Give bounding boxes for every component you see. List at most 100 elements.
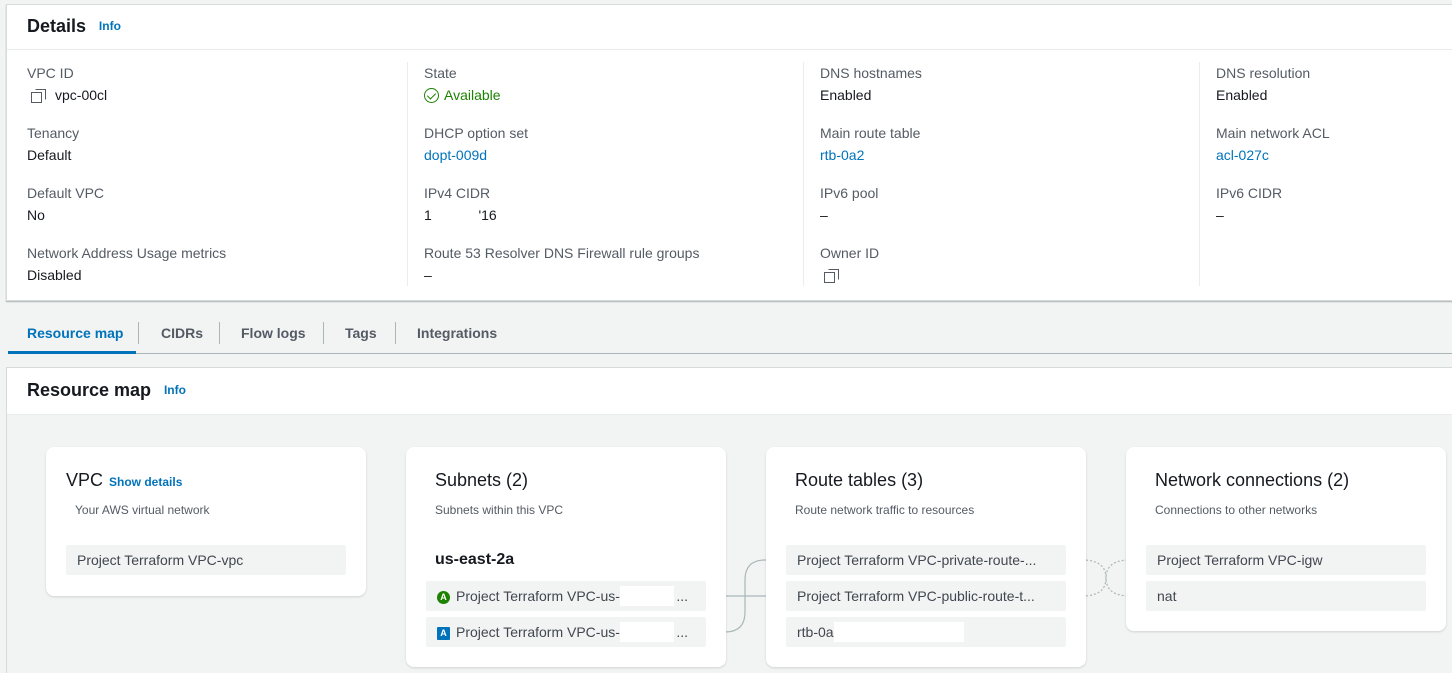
resource-map-title: Resource map [27,380,152,400]
main-route-table-link[interactable]: rtb-0a2 [820,144,1200,166]
network-connections-card: Network connections (2) Connections to o… [1126,447,1446,631]
network-connections-card-subtitle: Connections to other networks [1155,503,1318,517]
details-title: Details [27,16,87,36]
network-connection-item[interactable]: nat [1146,581,1426,611]
dhcp-option-set-field: DHCP option set dopt-009d [424,122,804,182]
field-label: Main network ACL [1216,125,1330,141]
field-label: Owner ID [820,245,880,261]
field-value: – [424,267,432,283]
tab-divider [138,322,139,344]
field-label: Route 53 Resolver DNS Firewall rule grou… [424,245,700,261]
field-label: DNS resolution [1216,65,1311,81]
field-value: No [27,207,45,223]
dns-resolution-field: DNS resolution Enabled [1216,62,1452,122]
subnet-item[interactable]: A Project Terraform VPC-us-... [426,581,706,611]
vpc-item[interactable]: Project Terraform VPC-vpc [66,545,346,575]
route-table-item[interactable]: Project Terraform VPC-public-route-t... [786,581,1066,611]
nau-metrics-field: Network Address Usage metrics Disabled [27,242,407,302]
field-label: IPv4 CIDR [424,185,491,201]
route-table-name: rtb-0a [797,624,834,640]
ellipsis: ... [676,588,688,604]
vpc-id-field: VPC ID vpc-00cl [27,62,407,122]
tab-divider [395,322,396,344]
field-value: Disabled [27,267,82,283]
field-label: Default VPC [27,185,105,201]
subnets-card-title: Subnets (2) [435,470,529,490]
field-value: vpc-00cl [55,87,108,103]
tab-flow-logs[interactable]: Flow logs [241,318,306,353]
show-details-link[interactable]: Show details [109,475,182,489]
details-header: Details Info [7,5,1452,50]
tab-tags[interactable]: Tags [345,318,377,353]
route-table-item[interactable]: Project Terraform VPC-private-route-... [786,545,1066,575]
details-column-2: State Available DHCP option set dopt-009… [407,62,804,286]
route-tables-card-title: Route tables (3) [795,470,924,490]
field-label: IPv6 pool [820,185,879,201]
main-network-acl-field: Main network ACL acl-027c [1216,122,1452,182]
vpc-card: VPC Show details Your AWS virtual network… [46,447,366,596]
resource-map-header: Resource map Info [7,368,1452,415]
network-connections-card-title: Network connections (2) [1155,470,1350,490]
tab-integrations[interactable]: Integrations [417,318,497,353]
main-route-table-field: Main route table rtb-0a2 [820,122,1200,182]
details-panel: Details Info VPC ID vpc-00cl Tenancy Def… [6,4,1452,301]
tab-divider [323,322,324,344]
status-value: Available [444,87,501,103]
resource-map-info-link[interactable]: Info [164,383,186,397]
details-column-4: DNS resolution Enabled Main network ACL … [1199,62,1452,286]
field-label: Main route table [820,125,921,141]
redaction-block [619,622,674,642]
tab-divider [219,322,220,344]
route-table-item[interactable]: rtb-0a [786,617,1066,647]
subnets-card: Subnets (2) Subnets within this VPC us-e… [406,447,726,667]
field-label: DHCP option set [424,125,529,141]
details-column-1: VPC ID vpc-00cl Tenancy Default Default … [7,62,407,286]
main-network-acl-link[interactable]: acl-027c [1216,144,1452,166]
state-field: State Available [424,62,804,122]
vpc-tabs: Resource map CIDRs Flow logs Tags Integr… [8,318,1452,354]
availability-zone-a-icon: A [437,627,450,640]
field-value: Enabled [820,87,872,103]
field-value: Enabled [1216,87,1268,103]
redaction-block [619,586,674,606]
field-label: State [424,65,457,81]
tab-resource-map[interactable]: Resource map [8,318,136,354]
field-value: 1 '16 [424,207,497,223]
redaction-block [833,622,964,642]
ellipsis: ... [676,624,688,640]
field-value: – [820,207,828,223]
ipv4-cidr-field: IPv4 CIDR 1 '16 [424,182,804,242]
field-label: Network Address Usage metrics [27,245,227,261]
field-label: DNS hostnames [820,65,922,81]
subnet-name: Project Terraform VPC-us- [456,624,620,640]
field-label: Tenancy [27,125,80,141]
details-column-3: DNS hostnames Enabled Main route table r… [803,62,1200,286]
subnets-card-subtitle: Subnets within this VPC [435,503,564,517]
ipv6-cidr-field: IPv6 CIDR – [1216,182,1452,242]
subnet-item[interactable]: A Project Terraform VPC-us-... [426,617,706,647]
status-available-icon [424,88,439,103]
field-label: IPv6 CIDR [1216,185,1283,201]
field-value: Default [27,147,72,163]
tab-cidrs[interactable]: CIDRs [161,318,203,353]
availability-zone-a-icon: A [437,591,450,604]
vpc-card-title: VPC [66,470,104,490]
ipv6-pool-field: IPv6 pool – [820,182,1200,242]
route-tables-card: Route tables (3) Route network traffic t… [766,447,1086,667]
network-connection-item[interactable]: Project Terraform VPC-igw [1146,545,1426,575]
owner-id-field: Owner ID [820,242,1200,302]
copy-icon[interactable] [824,269,839,283]
availability-zone-label: us-east-2a [435,551,515,568]
dhcp-option-set-link[interactable]: dopt-009d [424,144,804,166]
details-info-link[interactable]: Info [99,19,121,33]
dns-hostnames-field: DNS hostnames Enabled [820,62,1200,122]
tenancy-field: Tenancy Default [27,122,407,182]
route53-resolver-field: Route 53 Resolver DNS Firewall rule grou… [424,242,804,302]
field-label: VPC ID [27,65,74,81]
route-tables-card-subtitle: Route network traffic to resources [795,503,975,517]
copy-icon[interactable] [31,89,46,103]
field-value: – [1216,207,1224,223]
default-vpc-field: Default VPC No [27,182,407,242]
subnet-name: Project Terraform VPC-us- [456,588,620,604]
vpc-card-subtitle: Your AWS virtual network [75,503,210,517]
